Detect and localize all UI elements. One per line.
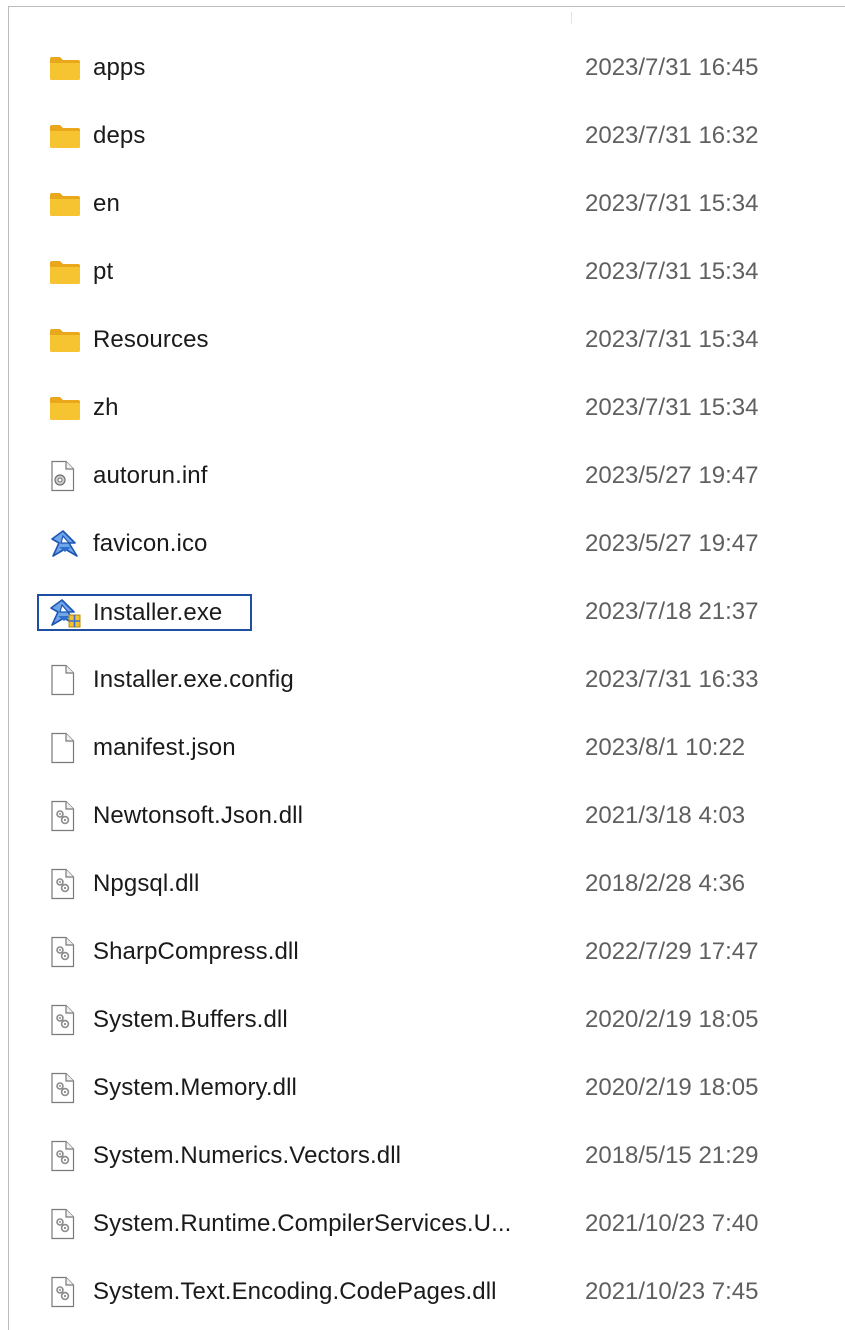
app-logo-icon (49, 529, 81, 559)
date-modified: 2018/5/15 21:29 (585, 1142, 759, 1169)
file-row[interactable]: System.Runtime.CompilerServices.U... 2021… (0, 1190, 845, 1258)
file-name-cell[interactable]: Newtonsoft.Json.dll (38, 798, 332, 834)
file-row[interactable]: apps 2023/7/31 16:45 (0, 34, 845, 102)
dll-file-icon (49, 1208, 81, 1240)
file-row[interactable]: Installer.exe 2023/7/18 21:37 (0, 578, 845, 646)
file-name-cell[interactable]: apps (38, 50, 174, 86)
file-name-cell[interactable]: System.Text.Encoding.CodePages.dll (38, 1274, 526, 1310)
dll-file-icon (49, 1072, 81, 1104)
file-row[interactable]: manifest.json 2023/8/1 10:22 (0, 714, 845, 782)
date-modified: 2023/7/31 15:34 (585, 258, 759, 285)
file-name-cell[interactable]: System.Runtime.CompilerServices.U... (38, 1206, 540, 1242)
file-name-cell[interactable]: System.Memory.dll (38, 1070, 326, 1106)
file-name: System.Buffers.dll (93, 1006, 288, 1033)
file-name: favicon.ico (93, 530, 208, 557)
file-name-cell[interactable]: Installer.exe (37, 594, 253, 631)
file-name: Resources (93, 326, 209, 353)
folder-icon (49, 325, 81, 355)
file-name-cell[interactable]: autorun.inf (38, 458, 237, 494)
blank-file-icon (49, 732, 81, 764)
file-row[interactable]: zh 2023/7/31 15:34 (0, 374, 845, 442)
file-name-cell[interactable]: zh (38, 390, 148, 426)
dll-file-icon (49, 800, 81, 832)
file-name: System.Text.Encoding.CodePages.dll (93, 1278, 497, 1305)
file-name: en (93, 190, 120, 217)
column-divider[interactable] (571, 12, 572, 24)
file-row[interactable]: deps 2023/7/31 16:32 (0, 102, 845, 170)
date-modified: 2023/8/1 10:22 (585, 734, 746, 761)
installer-exe-icon (49, 598, 81, 628)
file-name-cell[interactable]: Npgsql.dll (38, 866, 228, 902)
file-name-cell[interactable]: deps (38, 118, 174, 154)
file-name: SharpCompress.dll (93, 938, 299, 965)
file-row[interactable]: SharpCompress.dll 2022/7/29 17:47 (0, 918, 845, 986)
blank-file-icon (49, 664, 81, 696)
folder-icon (49, 121, 81, 151)
file-row[interactable]: en 2023/7/31 15:34 (0, 170, 845, 238)
file-row[interactable]: System.Numerics.Vectors.dll 2018/5/15 21:… (0, 1122, 845, 1190)
date-modified: 2020/2/19 18:05 (585, 1074, 759, 1101)
file-name: zh (93, 394, 119, 421)
dll-file-icon (49, 868, 81, 900)
file-name: System.Memory.dll (93, 1074, 297, 1101)
date-modified: 2021/10/23 7:40 (585, 1210, 759, 1237)
file-name: manifest.json (93, 734, 236, 761)
file-name: Installer.exe.config (93, 666, 294, 693)
file-row[interactable]: favicon.ico 2023/5/27 19:47 (0, 510, 845, 578)
file-name-cell[interactable]: SharpCompress.dll (38, 934, 328, 970)
file-row[interactable]: System.Buffers.dll 2020/2/19 18:05 (0, 986, 845, 1054)
file-name: autorun.inf (93, 462, 208, 489)
date-modified: 2023/7/31 15:34 (585, 326, 759, 353)
folder-icon (49, 393, 81, 423)
folder-icon (49, 189, 81, 219)
date-modified: 2023/7/31 16:45 (585, 54, 759, 81)
date-modified: 2023/7/31 15:34 (585, 190, 759, 217)
file-row[interactable]: Resources 2023/7/31 15:34 (0, 306, 845, 374)
file-name-cell[interactable]: System.Numerics.Vectors.dll (38, 1138, 430, 1174)
date-modified: 2023/5/27 19:47 (585, 530, 759, 557)
file-row[interactable]: pt 2023/7/31 15:34 (0, 238, 845, 306)
file-row[interactable]: System.Text.Encoding.CodePages.dll 2021/1… (0, 1258, 845, 1326)
folder-icon (49, 257, 81, 287)
date-modified: 2018/2/28 4:36 (585, 870, 746, 897)
date-modified: 2023/7/31 16:32 (585, 122, 759, 149)
file-name-cell[interactable]: manifest.json (38, 730, 265, 766)
file-name: Newtonsoft.Json.dll (93, 802, 304, 829)
file-name-cell[interactable]: Installer.exe.config (38, 662, 323, 698)
file-name-cell[interactable]: pt (38, 254, 142, 290)
file-name: Installer.exe (93, 598, 223, 626)
date-modified: 2022/7/29 17:47 (585, 938, 759, 965)
dll-file-icon (49, 1004, 81, 1036)
file-list: apps 2023/7/31 16:45 deps 2023/7/31 16:32 en… (0, 34, 845, 1326)
file-row[interactable]: autorun.inf 2023/5/27 19:47 (0, 442, 845, 510)
file-name: System.Runtime.CompilerServices.U... (93, 1210, 512, 1237)
folder-icon (49, 53, 81, 83)
date-modified: 2021/10/23 7:45 (585, 1278, 759, 1305)
file-name: System.Numerics.Vectors.dll (93, 1142, 402, 1169)
file-name-cell[interactable]: favicon.ico (38, 526, 237, 562)
file-row[interactable]: Installer.exe.config 2023/7/31 16:33 (0, 646, 845, 714)
date-modified: 2020/2/19 18:05 (585, 1006, 759, 1033)
dll-file-icon (49, 1140, 81, 1172)
file-name: pt (93, 258, 114, 285)
file-name: apps (93, 54, 146, 81)
dll-file-icon (49, 1276, 81, 1308)
date-modified: 2023/7/31 16:33 (585, 666, 759, 693)
file-row[interactable]: Newtonsoft.Json.dll 2021/3/18 4:03 (0, 782, 845, 850)
date-modified: 2023/5/27 19:47 (585, 462, 759, 489)
date-modified: 2023/7/31 15:34 (585, 394, 759, 421)
dll-file-icon (49, 936, 81, 968)
date-modified: 2021/3/18 4:03 (585, 802, 746, 829)
settings-file-icon (49, 460, 81, 492)
date-modified: 2023/7/18 21:37 (585, 598, 759, 625)
file-name-cell[interactable]: en (38, 186, 149, 222)
file-name: deps (93, 122, 146, 149)
file-row[interactable]: System.Memory.dll 2020/2/19 18:05 (0, 1054, 845, 1122)
file-name: Npgsql.dll (93, 870, 200, 897)
file-name-cell[interactable]: Resources (38, 322, 238, 358)
file-name-cell[interactable]: System.Buffers.dll (38, 1002, 317, 1038)
file-row[interactable]: Npgsql.dll 2018/2/28 4:36 (0, 850, 845, 918)
